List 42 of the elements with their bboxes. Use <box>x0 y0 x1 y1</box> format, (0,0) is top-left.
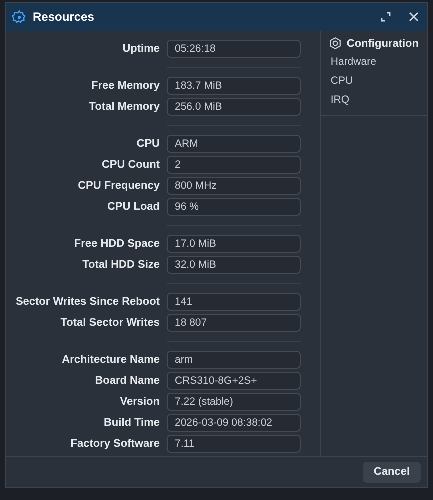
sidebar-title: Configuration <box>346 38 419 50</box>
field-label: Board Name <box>94 374 160 386</box>
field-label: Sector Writes Since Reboot <box>14 296 160 308</box>
field-label: CPU Load <box>106 200 160 212</box>
value-field: ARM <box>167 134 301 152</box>
field-label: Build Time <box>102 416 160 428</box>
window-title: Resources <box>33 10 96 24</box>
cancel-button[interactable]: Cancel <box>362 462 421 482</box>
field-label: Factory Software <box>70 438 160 450</box>
value-field: 7.22 (stable) <box>167 392 301 410</box>
value-field: 183.7 MiB <box>167 76 301 94</box>
field-label: Total HDD Size <box>82 258 160 270</box>
field-label: Free Memory <box>90 80 160 92</box>
value-field: CRS310-8G+2S+ <box>167 372 301 390</box>
value-field: 800 MHz <box>167 176 301 194</box>
close-icon[interactable] <box>409 12 419 22</box>
field-label: Version <box>119 396 160 408</box>
field-label: Total Memory <box>88 100 160 112</box>
sidebar-item[interactable]: Hardware <box>320 54 427 73</box>
field-label: Architecture Name <box>61 354 160 366</box>
value-field: 256.0 MiB <box>167 98 301 116</box>
sidebar-item[interactable]: CPU <box>320 73 427 92</box>
value-field: 05:26:18 <box>167 40 301 58</box>
field-label: Uptime <box>122 42 160 54</box>
value-field: arm <box>167 350 301 368</box>
value-field: 2 <box>167 156 301 174</box>
value-field: 7.11 <box>167 434 301 452</box>
field-label: Total Sector Writes <box>60 316 160 328</box>
field-label: CPU Frequency <box>77 180 160 192</box>
field-label: CPU Count <box>100 158 160 170</box>
value-field: 17.0 MiB <box>167 234 301 252</box>
hexagon-icon <box>328 37 342 50</box>
value-field: 18 807 <box>167 314 301 332</box>
field-label: CPU <box>136 138 160 150</box>
sidebar-item[interactable]: IRQ <box>320 92 427 111</box>
value-field: 141 <box>167 292 301 310</box>
gear-icon <box>12 10 27 24</box>
maximize-icon[interactable] <box>381 12 391 22</box>
field-label: Free HDD Space <box>73 238 160 250</box>
value-field: 96 % <box>167 198 301 216</box>
value-field: 2026-03-09 08:38:02 <box>167 414 301 432</box>
value-field: 32.0 MiB <box>167 256 301 274</box>
